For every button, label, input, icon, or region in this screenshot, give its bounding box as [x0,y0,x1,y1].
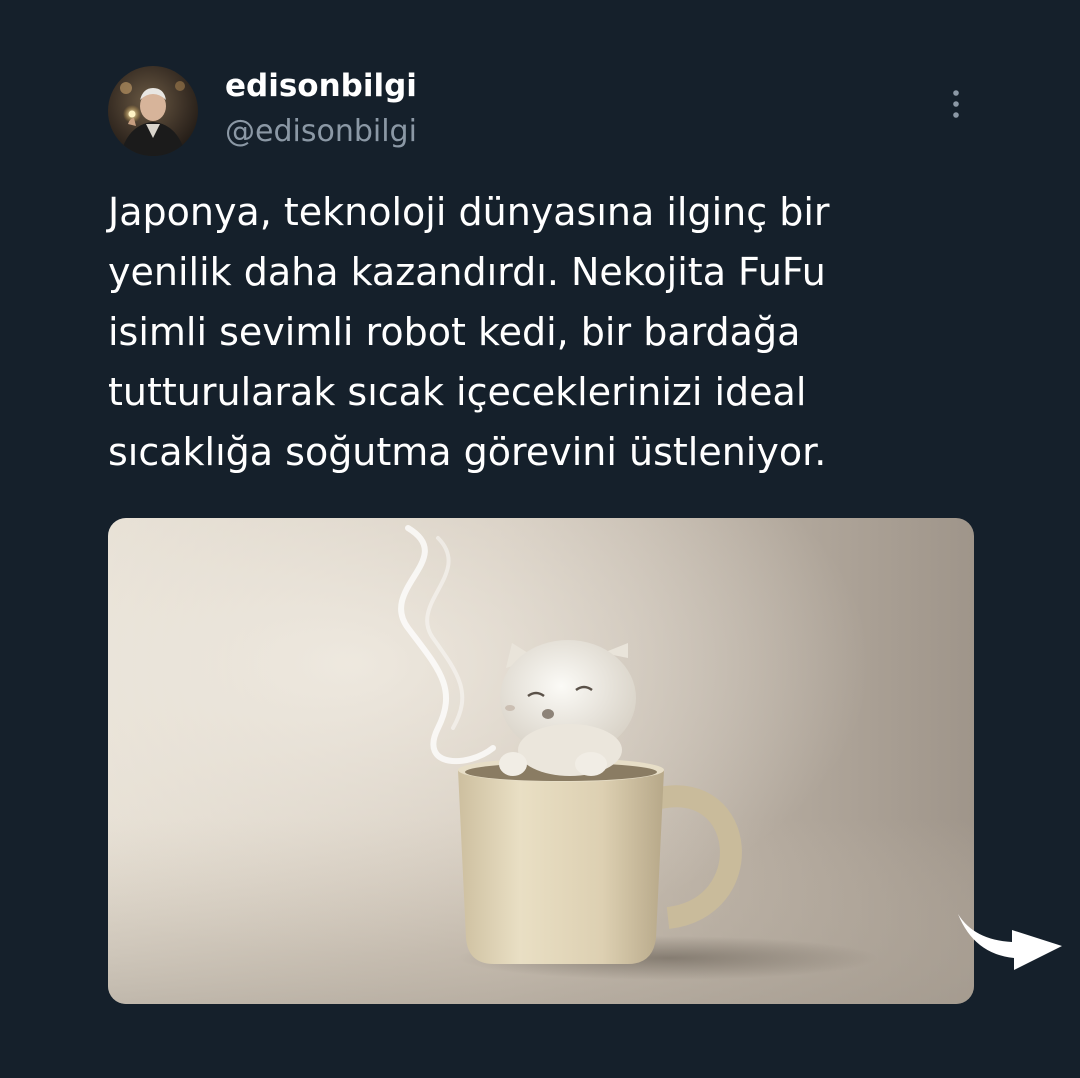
more-vertical-icon [953,90,959,118]
avatar[interactable] [108,66,198,156]
tweet-image[interactable] [108,518,974,1004]
tweet-text: Japonya, teknoloji dünyasına ilginç bir … [108,190,830,474]
next-arrow[interactable] [952,906,1070,974]
display-name[interactable]: edisonbilgi [225,66,417,106]
more-options-button[interactable] [936,84,976,124]
user-handle[interactable]: @edisonbilgi [225,112,417,152]
curved-arrow-right-icon [958,914,1062,970]
